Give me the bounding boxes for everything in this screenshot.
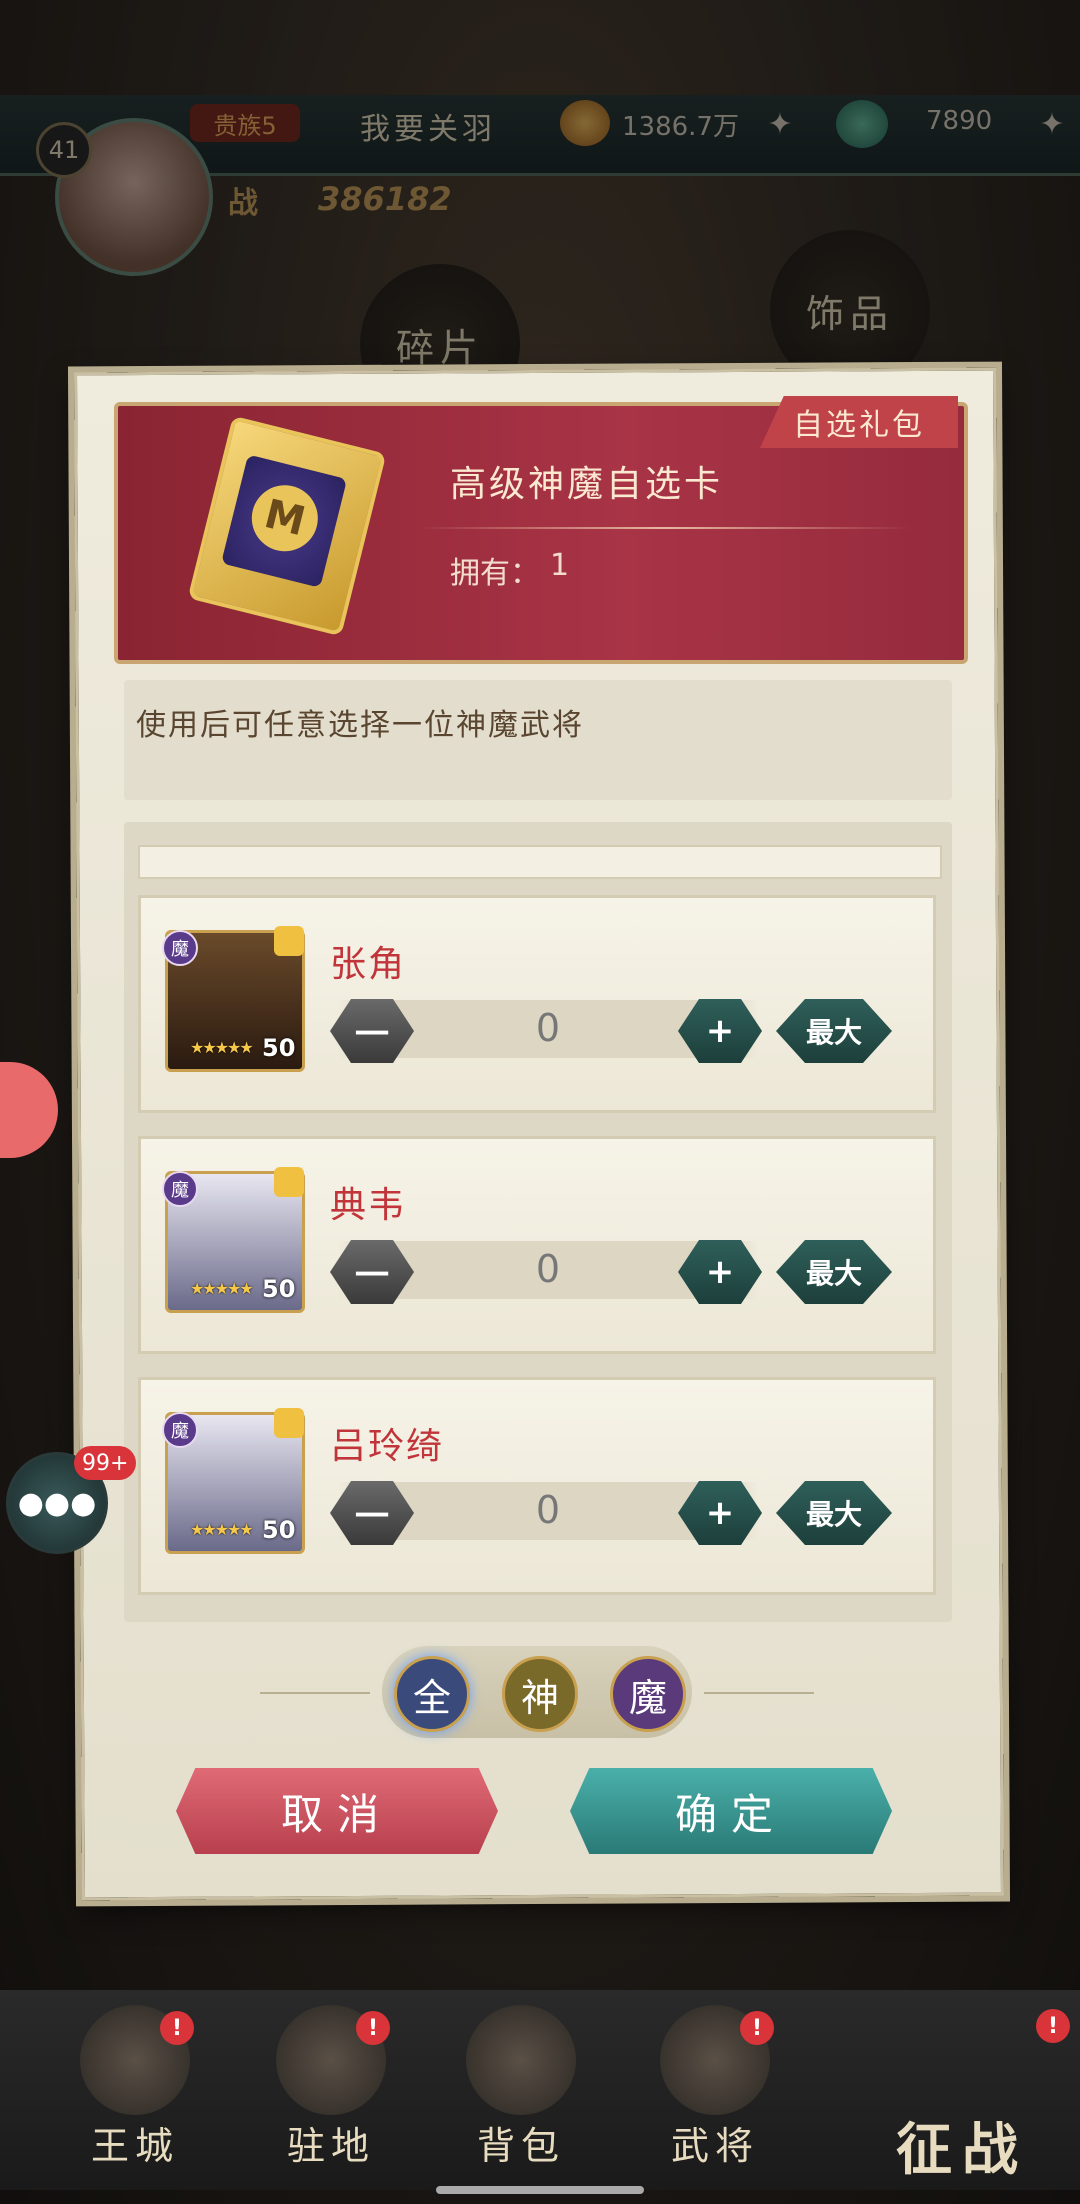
star-rating-icon: ★★★★★ [190, 1038, 254, 1057]
quantity-value: 0 [535, 1488, 561, 1532]
filter-divider-left [260, 1692, 370, 1694]
faction-badge: 魔 [162, 1412, 198, 1448]
faction-badge: 魔 [162, 1171, 198, 1207]
hero-level: 50 [262, 1275, 296, 1303]
hero-level: 50 [262, 1034, 296, 1062]
chat-unread-badge: 99+ [74, 1446, 137, 1480]
item-name: 高级神魔自选卡 [450, 464, 724, 505]
faction-badge: 魔 [162, 930, 198, 966]
gift-type-tag: 自选礼包 [760, 396, 958, 448]
nav-item-campaign[interactable]: 征战 ! [876, 2005, 1080, 2190]
hero-name: 张角 [330, 944, 407, 985]
filter-all-button[interactable]: 全 [394, 1656, 470, 1732]
puzzle-piece-icon [274, 1167, 304, 1197]
quantity-value: 0 [535, 1006, 561, 1050]
notification-dot: ! [356, 2011, 390, 2045]
home-indicator[interactable] [436, 2186, 644, 2194]
own-label: 拥有： [450, 556, 540, 591]
chest-icon [466, 2005, 576, 2115]
hero-name: 典韦 [330, 1185, 407, 1226]
nav-item-royal-city[interactable]: 王城 ! [60, 2005, 210, 2175]
list-top-strip [138, 845, 942, 879]
notification-dot: ! [1036, 2009, 1070, 2043]
confirm-button[interactable]: 确定 [570, 1768, 892, 1854]
hero-level: 50 [262, 1516, 296, 1544]
own-count: 1 [550, 548, 570, 583]
header-divider [420, 527, 910, 529]
nav-item-garrison[interactable]: 驻地 ! [256, 2005, 406, 2175]
filter-god-button[interactable]: 神 [502, 1656, 578, 1732]
notification-dot: ! [160, 2011, 194, 2045]
puzzle-piece-icon [274, 1408, 304, 1438]
nav-label: 武将 [670, 2124, 759, 2168]
filter-divider-right [704, 1692, 814, 1694]
item-description: 使用后可任意选择一位神魔武将 [136, 708, 584, 743]
nav-label: 王城 [90, 2124, 179, 2168]
nav-label: 背包 [476, 2124, 565, 2168]
nav-label: 驻地 [286, 2124, 375, 2168]
campaign-label: 征战 [896, 2118, 1028, 2183]
star-rating-icon: ★★★★★ [190, 1279, 254, 1298]
quantity-value: 0 [535, 1247, 561, 1291]
nav-item-backpack[interactable]: 背包 [446, 2005, 596, 2175]
hero-name: 吕玲绮 [330, 1426, 445, 1467]
filter-demon-button[interactable]: 魔 [610, 1656, 686, 1732]
puzzle-piece-icon [274, 926, 304, 956]
notification-dot: ! [740, 2011, 774, 2045]
star-rating-icon: ★★★★★ [190, 1520, 254, 1539]
cancel-button[interactable]: 取消 [176, 1768, 498, 1854]
nav-item-generals[interactable]: 武将 ! [640, 2005, 790, 2175]
